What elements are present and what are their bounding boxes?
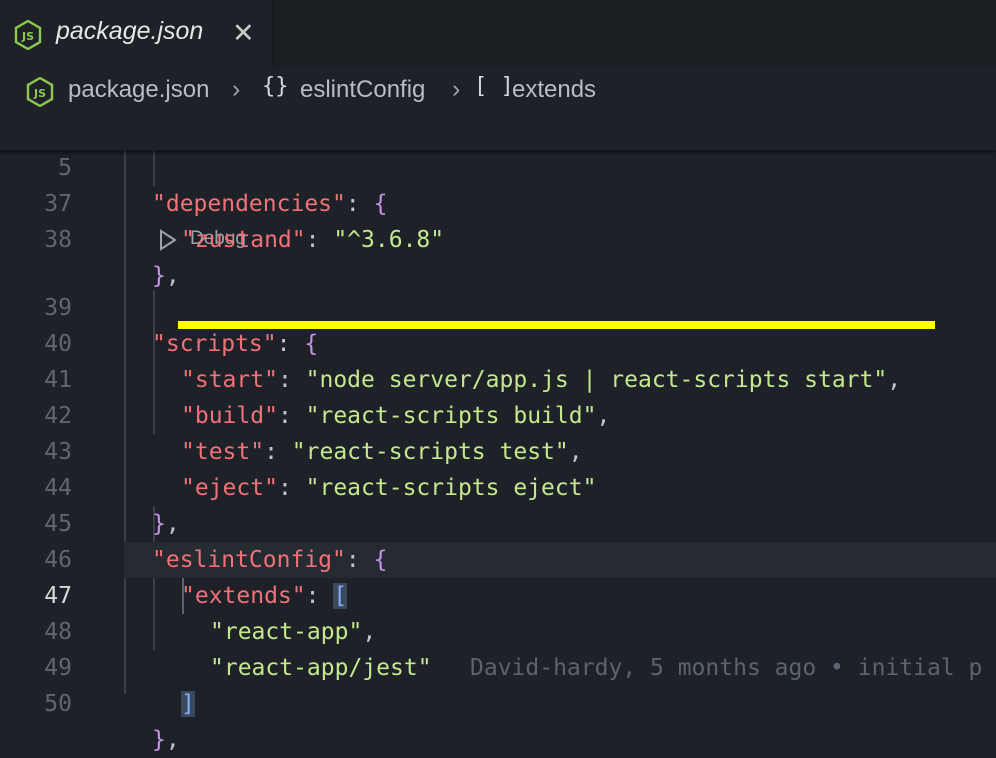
json-key: "dependencies" <box>152 191 346 217</box>
breadcrumb-eslintconfig[interactable]: eslintConfig <box>300 76 425 104</box>
tab-package-json[interactable]: JS package.json ✕ <box>0 0 273 68</box>
code-line: 44 }, <box>44 475 180 537</box>
code-line: 42 "test": "react-scripts test", <box>44 403 583 465</box>
sticky-scroll-line[interactable]: 5 "dependencies": { <box>0 114 996 217</box>
code-line: 39 "scripts": { <box>44 295 319 357</box>
tab-title: package.json <box>56 17 204 45</box>
code-line: 48 "react-app/jest" <box>44 619 432 681</box>
nodejs-icon: JS <box>14 19 42 55</box>
code-line: 50 }, <box>44 691 180 753</box>
svg-text:JS: JS <box>33 87 46 100</box>
code-line: 41 "build": "react-scripts build", <box>44 367 611 429</box>
code-line: 46 "extends": [ <box>44 547 348 609</box>
object-icon: {} <box>262 74 289 99</box>
chevron-right-icon: › <box>232 75 241 103</box>
code-line: 49 ] <box>44 655 195 717</box>
breadcrumb-extends[interactable]: extends <box>512 76 596 104</box>
svg-text:JS: JS <box>21 30 34 43</box>
array-icon: [ ] <box>474 74 514 99</box>
code-line: 45 "eslintConfig": { <box>44 511 388 573</box>
code-line: 38 }, <box>44 227 180 289</box>
highlight-underline <box>178 321 935 329</box>
nodejs-icon: JS <box>26 76 54 114</box>
bracket-match: ] <box>181 691 195 717</box>
line-number: 5 <box>58 155 72 181</box>
tab-bar: JS package.json ✕ <box>0 0 996 68</box>
breadcrumb: JS package.json › {} eslintConfig › [ ] … <box>0 68 996 114</box>
code-line: 43 "eject": "react-scripts eject" <box>44 439 597 501</box>
close-icon[interactable]: ✕ <box>232 18 255 48</box>
code-line: 37 "zustand": "^3.6.8" <box>44 191 445 253</box>
brace: { <box>373 191 388 217</box>
code-line-current: 47 "react-app", David-hardy, 5 months ag… <box>0 542 996 681</box>
chevron-right-icon: › <box>452 75 461 103</box>
breadcrumb-file[interactable]: package.json <box>68 76 209 104</box>
